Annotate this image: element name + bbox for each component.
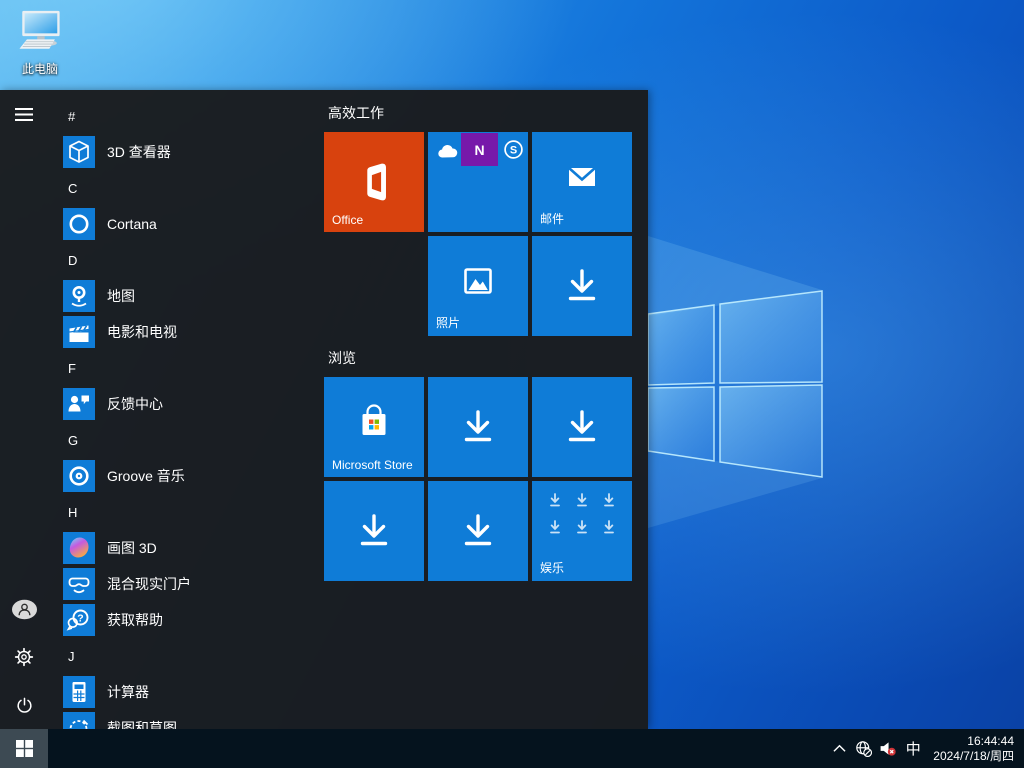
start-menu-rail <box>0 90 48 729</box>
app-item-3d-viewer[interactable]: 3D 查看器 <box>63 134 324 170</box>
this-pc-label: 此电脑 <box>8 60 72 77</box>
tile-mail[interactable]: 邮件 <box>532 132 632 232</box>
rail-spacer <box>0 138 48 585</box>
app-item-get-help[interactable]: ? 获取帮助 <box>63 602 324 638</box>
tile-microsoft-store[interactable]: Microsoft Store <box>324 377 424 477</box>
app-section-letter[interactable]: G <box>63 422 324 458</box>
power-icon <box>15 696 34 715</box>
show-hidden-icons-button[interactable] <box>827 737 851 761</box>
app-section-letter[interactable]: C <box>63 170 324 206</box>
start-menu: # 3D 查看器 C Cortana D <box>0 90 648 729</box>
app-item-movies-tv[interactable]: 电影和电视 <box>63 314 324 350</box>
tile-group-title: 浏览 <box>324 348 648 368</box>
skype-mini-icon: S <box>503 139 524 160</box>
app-section-letter[interactable]: J <box>63 638 324 674</box>
download-arrow-icon <box>532 377 632 477</box>
calculator-icon <box>63 676 95 708</box>
settings-button[interactable] <box>0 633 48 681</box>
download-arrow-icon <box>532 236 632 336</box>
app-item-mixed-reality-portal[interactable]: 混合现实门户 <box>63 566 324 602</box>
system-tray: 中 16:44:44 2024/7/18/周四 <box>827 734 1024 764</box>
cortana-icon <box>63 208 95 240</box>
user-avatar-icon <box>11 599 38 620</box>
paint-3d-icon <box>63 532 95 564</box>
tile-group-title: 高效工作 <box>324 103 648 123</box>
tile-download-pending[interactable] <box>428 377 528 477</box>
mixed-reality-icon <box>63 568 95 600</box>
chevron-up-icon <box>833 744 846 753</box>
tile-entertainment-folder[interactable]: 娱乐 <box>532 481 632 581</box>
movies-tv-icon <box>63 316 95 348</box>
hamburger-icon <box>14 107 34 122</box>
onenote-mini-icon: N <box>461 133 498 166</box>
app-item-snip-sketch[interactable]: 截图和草图 <box>63 710 324 729</box>
groove-music-icon <box>63 460 95 492</box>
power-button[interactable] <box>0 681 48 729</box>
maps-icon <box>63 280 95 312</box>
entertainment-mini-downloads <box>532 487 632 535</box>
tile-office-folder[interactable]: N S <box>428 132 528 232</box>
expand-menu-button[interactable] <box>0 90 48 138</box>
svg-text:?: ? <box>77 612 83 624</box>
gear-icon <box>14 647 34 667</box>
network-disconnected-icon <box>855 740 872 757</box>
download-arrow-icon <box>428 481 528 581</box>
network-status-button[interactable] <box>851 737 875 761</box>
snip-sketch-icon <box>63 712 95 729</box>
taskbar: 中 16:44:44 2024/7/18/周四 <box>0 729 1024 768</box>
app-item-groove-music[interactable]: Groove 音乐 <box>63 458 324 494</box>
tile-download-pending[interactable] <box>428 481 528 581</box>
app-item-cortana[interactable]: Cortana <box>63 206 324 242</box>
wallpaper-windows-logo <box>600 220 1024 540</box>
tile-grid-productivity: Office N S <box>324 132 648 336</box>
start-button[interactable] <box>0 729 48 768</box>
tile-download-pending[interactable] <box>324 481 424 581</box>
app-section-letter[interactable]: D <box>63 242 324 278</box>
windows-desktop: 此电脑 <box>0 0 1024 768</box>
taskbar-clock[interactable]: 16:44:44 2024/7/18/周四 <box>927 734 1024 764</box>
3d-viewer-icon <box>63 136 95 168</box>
app-section-letter[interactable]: H <box>63 494 324 530</box>
download-arrow-icon <box>324 481 424 581</box>
app-item-paint-3d[interactable]: 画图 3D <box>63 530 324 566</box>
this-pc-desktop-icon[interactable]: 此电脑 <box>8 8 72 77</box>
this-pc-icon <box>12 8 68 54</box>
clock-date: 2024/7/18/周四 <box>933 749 1014 764</box>
svg-text:S: S <box>510 144 517 156</box>
ime-indicator[interactable]: 中 <box>899 738 927 759</box>
app-section-letter[interactable]: # <box>63 98 324 134</box>
feedback-hub-icon <box>63 388 95 420</box>
get-help-icon: ? <box>63 604 95 636</box>
user-account-button[interactable] <box>0 585 48 633</box>
tile-area: 高效工作 Office N <box>324 90 648 729</box>
download-arrow-icon <box>428 377 528 477</box>
app-section-letter[interactable]: F <box>63 350 324 386</box>
tile-office[interactable]: Office <box>324 132 424 232</box>
tile-download-pending[interactable] <box>532 377 632 477</box>
tile-photos[interactable]: 照片 <box>428 236 528 336</box>
tile-grid-browse: Microsoft Store <box>324 377 648 581</box>
app-item-calculator[interactable]: 计算器 <box>63 674 324 710</box>
clock-time: 16:44:44 <box>933 734 1014 749</box>
app-list: # 3D 查看器 C Cortana D <box>48 90 324 729</box>
volume-muted-icon <box>879 740 896 757</box>
onedrive-mini-icon <box>435 142 459 159</box>
volume-button[interactable] <box>875 737 899 761</box>
tile-download-pending[interactable] <box>532 236 632 336</box>
app-item-feedback-hub[interactable]: 反馈中心 <box>63 386 324 422</box>
app-item-maps[interactable]: 地图 <box>63 278 324 314</box>
windows-logo-icon <box>16 740 33 757</box>
